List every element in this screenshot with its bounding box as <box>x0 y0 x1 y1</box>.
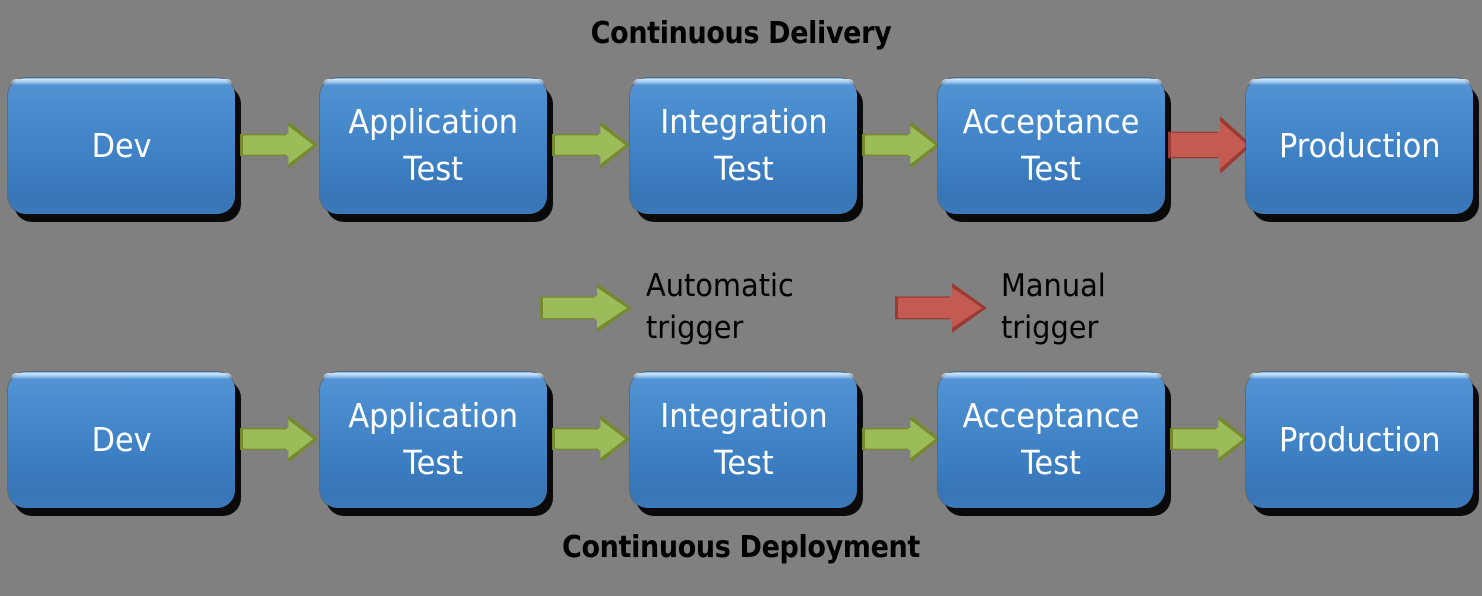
connector-arrow-automatic <box>862 415 940 463</box>
arrow-body <box>555 418 626 460</box>
stage-label: Application Test <box>348 102 519 188</box>
stage-box-integration-test[interactable]: Integration Test <box>630 372 857 508</box>
connector-arrow-automatic <box>552 415 630 463</box>
connector-arrow-manual <box>1168 116 1252 174</box>
pipeline-row-continuous-deployment: Dev Application Test Integration Test Ac… <box>0 370 1482 516</box>
legend-item-automatic-trigger: Automatic trigger <box>540 266 805 350</box>
arrow-body <box>1173 418 1244 460</box>
stage-label: Integration Test <box>659 396 828 482</box>
arrow-body <box>555 124 626 166</box>
stage-label: Acceptance Test <box>963 396 1140 482</box>
connector-arrow-automatic <box>1170 415 1248 463</box>
stage-box-acceptance-test[interactable]: Acceptance Test <box>938 372 1165 508</box>
stage-label: Dev <box>91 125 152 165</box>
stage-box-production[interactable]: Production <box>1246 78 1473 214</box>
connector-arrow-automatic <box>240 415 318 463</box>
stage-label: Acceptance Test <box>963 102 1140 188</box>
arrow-body <box>865 124 936 166</box>
pipeline-row-continuous-delivery: Dev Application Test Integration Test Ac… <box>0 76 1482 222</box>
legend-label: Manual trigger <box>1001 268 1106 346</box>
stage-label: Dev <box>91 419 152 459</box>
stage-label: Application Test <box>348 396 519 482</box>
arrow-body <box>243 418 314 460</box>
green-right-arrow-icon <box>540 282 632 333</box>
connector-arrow-automatic <box>240 121 318 169</box>
arrow-body <box>1171 119 1248 171</box>
stage-box-dev[interactable]: Dev <box>8 372 235 508</box>
stage-box-production[interactable]: Production <box>1246 372 1473 508</box>
red-right-arrow-icon <box>895 282 987 333</box>
stage-box-application-test[interactable]: Application Test <box>320 372 547 508</box>
arrow-body <box>243 124 314 166</box>
stage-label: Production <box>1278 125 1441 165</box>
stage-box-acceptance-test[interactable]: Acceptance Test <box>938 78 1165 214</box>
connector-arrow-automatic <box>862 121 940 169</box>
stage-label: Integration Test <box>659 102 828 188</box>
arrow-body <box>543 286 628 330</box>
legend: Automatic trigger Manual trigger <box>0 252 1482 352</box>
stage-box-dev[interactable]: Dev <box>8 78 235 214</box>
arrow-body <box>865 418 936 460</box>
stage-label: Production <box>1278 419 1441 459</box>
arrow-body <box>898 286 983 330</box>
connector-arrow-automatic <box>552 121 630 169</box>
legend-label: Automatic trigger <box>646 268 794 346</box>
diagram-canvas: Continuous Delivery Dev Application Test… <box>0 0 1482 596</box>
stage-box-integration-test[interactable]: Integration Test <box>630 78 857 214</box>
section-title-continuous-delivery: Continuous Delivery <box>590 16 892 51</box>
legend-item-manual-trigger: Manual trigger <box>895 266 1114 350</box>
stage-box-application-test[interactable]: Application Test <box>320 78 547 214</box>
section-title-continuous-deployment: Continuous Deployment <box>562 530 920 565</box>
